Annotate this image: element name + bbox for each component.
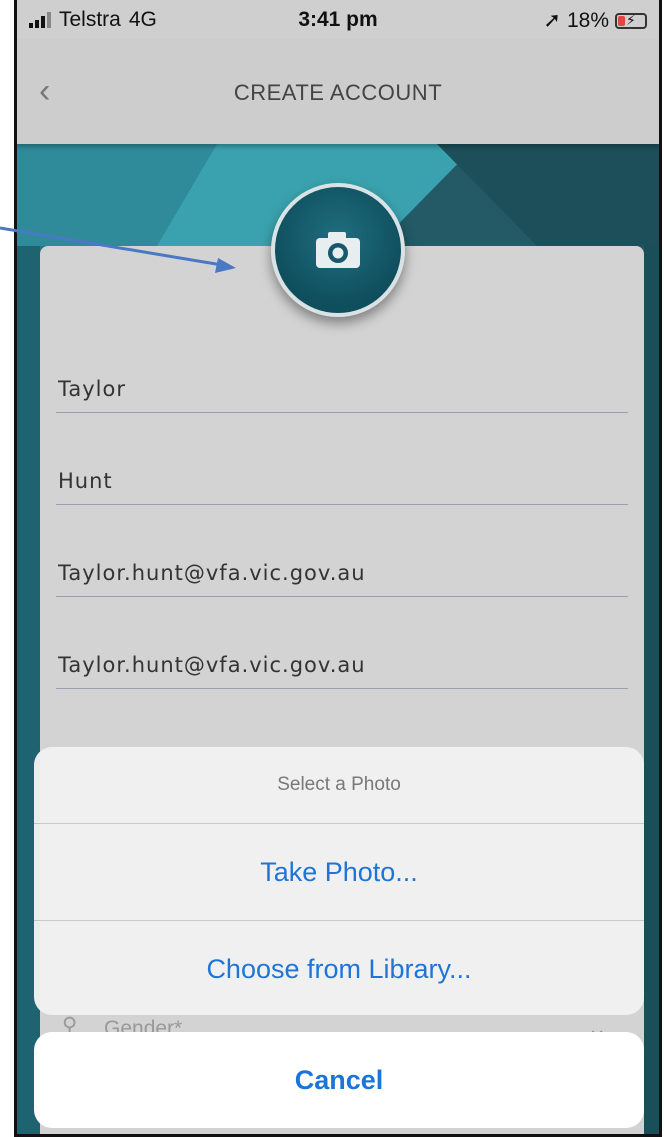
last-name-input[interactable]	[56, 468, 632, 494]
profile-photo-button[interactable]	[271, 183, 405, 317]
location-arrow-icon: ➚	[543, 9, 561, 32]
choose-from-library-button[interactable]: Choose from Library...	[34, 921, 644, 1015]
first-name-field[interactable]	[56, 350, 632, 413]
email-input[interactable]	[56, 560, 632, 586]
battery-percent: 18%	[566, 8, 609, 32]
navigation-bar: ‹ CREATE ACCOUNT	[17, 40, 659, 144]
status-bar: Telstra 4G 3:41 pm ➚ 18% ⚡	[17, 0, 659, 40]
cancel-button[interactable]: Cancel	[34, 1032, 644, 1128]
confirm-email-field[interactable]	[56, 626, 632, 689]
take-photo-button[interactable]: Take Photo...	[34, 824, 644, 921]
last-name-field[interactable]	[56, 442, 632, 505]
action-sheet-title: Select a Photo	[34, 747, 644, 824]
first-name-input[interactable]	[56, 376, 632, 402]
camera-icon	[316, 232, 360, 268]
photo-action-sheet: Select a Photo Take Photo... Choose from…	[34, 747, 644, 1015]
page-title: CREATE ACCOUNT	[233, 80, 443, 105]
confirm-email-input[interactable]	[56, 652, 632, 678]
battery-icon: ⚡	[615, 12, 647, 29]
email-field[interactable]	[56, 534, 632, 597]
